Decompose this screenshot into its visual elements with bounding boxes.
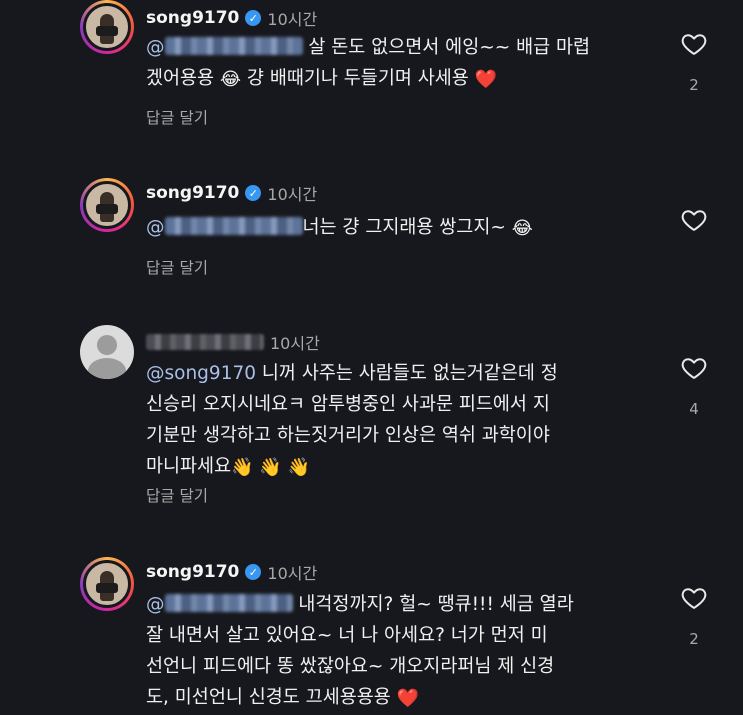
username[interactable]: song9170 xyxy=(146,183,239,203)
comment-header: 10시간 xyxy=(146,330,320,354)
heart-emoji: ❤️ xyxy=(474,69,498,90)
avatar[interactable] xyxy=(80,557,134,611)
verified-badge-icon: ✓ xyxy=(245,10,262,26)
verified-badge-icon: ✓ xyxy=(245,564,262,580)
avatar[interactable] xyxy=(80,178,134,232)
verified-badge-icon: ✓ xyxy=(245,185,262,201)
mention[interactable]: @ xyxy=(146,37,303,58)
username[interactable]: song9170 xyxy=(146,562,239,582)
comment-header: song9170 ✓ 10시간 xyxy=(146,6,317,30)
like-count: 2 xyxy=(689,630,699,648)
comment-header: song9170 ✓ 10시간 xyxy=(146,560,317,584)
comment-text: @ 내걱정까지? 헐~ 땡큐!!! 세금 열라 잘 내면서 살고 있어요~ 너 … xyxy=(146,589,646,714)
waving-hand-emoji: 👋 xyxy=(287,457,311,478)
username-blurred[interactable] xyxy=(146,334,264,350)
mention[interactable]: @ xyxy=(146,217,303,238)
waving-hand-emoji: 👋 xyxy=(231,457,254,478)
laughing-emoji: 😂 xyxy=(219,69,242,90)
reply-button[interactable]: 답글 달기 xyxy=(146,484,208,506)
comment-header: song9170 ✓ 10시간 xyxy=(146,181,317,205)
heart-emoji: ❤️ xyxy=(396,688,420,709)
like-heart-icon[interactable] xyxy=(680,354,708,382)
mention[interactable]: @ xyxy=(146,594,293,615)
like-heart-icon[interactable] xyxy=(680,206,708,234)
timestamp: 10시간 xyxy=(267,10,318,29)
timestamp: 10시간 xyxy=(270,334,320,353)
username[interactable]: song9170 xyxy=(146,8,239,28)
like-heart-icon[interactable] xyxy=(680,584,708,612)
like-count: 4 xyxy=(689,400,699,418)
timestamp: 10시간 xyxy=(267,564,318,583)
like-count: 2 xyxy=(689,76,699,94)
like-heart-icon[interactable] xyxy=(680,30,708,58)
comment-text: @ 너는 걍 그지래용 쌍그지~ 😂 xyxy=(146,212,646,244)
avatar[interactable] xyxy=(80,325,134,379)
timestamp: 10시간 xyxy=(267,185,318,204)
comment-text: @ 살 돈도 없으면서 에잉~~ 배급 마렵 겠어용용 😂 걍 배때기나 두들기… xyxy=(146,32,646,95)
avatar[interactable] xyxy=(80,0,134,54)
reply-button[interactable]: 답글 달기 xyxy=(146,256,208,278)
reply-button[interactable]: 답글 달기 xyxy=(146,106,208,128)
waving-hand-emoji: 👋 xyxy=(259,457,282,478)
comment-text: @song9170 니꺼 사주는 사람들도 없는거같은데 정 신승리 오지시네요… xyxy=(146,358,646,483)
laughing-emoji: 😂 xyxy=(511,218,533,239)
mention[interactable]: @song9170 xyxy=(146,363,256,384)
